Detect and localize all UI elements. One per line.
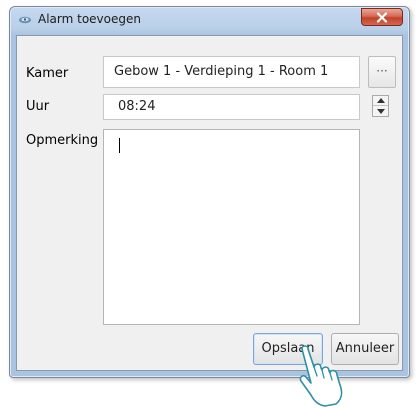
dialog-window: Alarm toevoegen Kamer Gebow 1 - Verdiepi… xyxy=(9,6,410,378)
text-caret xyxy=(119,138,120,153)
arrow-down-icon xyxy=(376,108,385,114)
room-field[interactable]: Gebow 1 - Verdieping 1 - Room 1 xyxy=(103,56,360,88)
dialog-content: Kamer Gebow 1 - Verdieping 1 - Room 1 ··… xyxy=(16,35,403,371)
time-spinner xyxy=(372,95,389,117)
hand-pointer-icon xyxy=(299,345,343,407)
close-icon xyxy=(376,11,388,23)
remark-textarea[interactable] xyxy=(103,129,360,325)
time-label: Uur xyxy=(26,99,50,114)
room-browse-label: ··· xyxy=(376,64,388,78)
time-value: 08:24 xyxy=(118,99,156,114)
room-value: Gebow 1 - Verdieping 1 - Room 1 xyxy=(114,64,329,79)
title-bar[interactable]: Alarm toevoegen xyxy=(10,7,409,33)
time-up-button[interactable] xyxy=(373,96,388,106)
app-icon xyxy=(19,16,31,24)
window-title: Alarm toevoegen xyxy=(38,12,141,26)
time-field[interactable]: 08:24 xyxy=(103,94,360,120)
arrow-up-icon xyxy=(376,98,385,103)
remark-label: Opmerking xyxy=(26,133,99,148)
room-label: Kamer xyxy=(26,66,69,81)
room-browse-button[interactable]: ··· xyxy=(368,56,396,88)
close-button[interactable] xyxy=(361,8,403,26)
time-down-button[interactable] xyxy=(373,106,388,116)
